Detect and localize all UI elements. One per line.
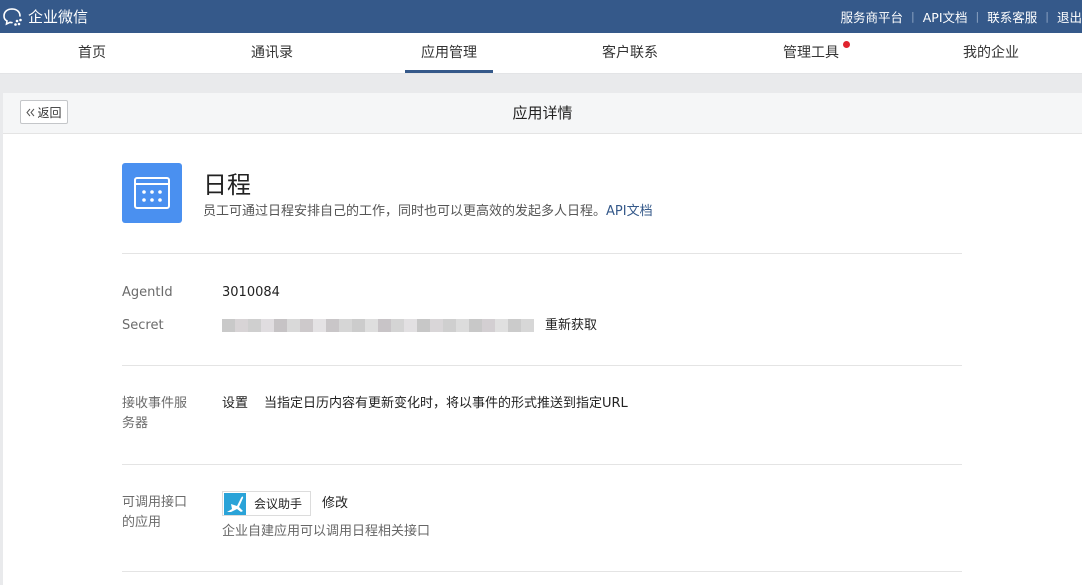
divider bbox=[122, 365, 962, 366]
logout-link[interactable]: 退出 bbox=[1049, 7, 1082, 26]
meeting-assistant-chip[interactable]: 会议助手 bbox=[222, 491, 311, 516]
brand-name: 企业微信 bbox=[28, 8, 89, 26]
meeting-assistant-label: 会议助手 bbox=[254, 497, 303, 511]
event-server-description: 当指定日历内容有更新变化时，将以事件的形式推送到指定URL bbox=[264, 396, 628, 411]
page-title: 应用详情 bbox=[512, 104, 573, 122]
divider bbox=[122, 464, 962, 465]
nav-item-app-management[interactable]: 应用管理 bbox=[405, 33, 493, 73]
calendar-glyph bbox=[134, 177, 170, 209]
callable-apps-label: 可调用接口的应用 bbox=[122, 495, 188, 530]
nav-item-my-company[interactable]: 我的企业 bbox=[961, 33, 1021, 73]
app-name: 日程 bbox=[203, 171, 251, 199]
top-links: 服务商平台 | API文档 | 联系客服 | 退出 bbox=[833, 0, 1082, 33]
notification-dot bbox=[843, 41, 850, 48]
nav-item-customer-contact[interactable]: 客户联系 bbox=[600, 33, 660, 73]
brand[interactable]: 企业微信 bbox=[2, 0, 88, 33]
divider bbox=[122, 571, 962, 572]
api-doc-link[interactable]: API文档 bbox=[606, 204, 653, 219]
top-bar: 企业微信 服务商平台 | API文档 | 联系客服 | 退出 bbox=[0, 0, 1082, 33]
wecom-logo-icon bbox=[3, 7, 22, 26]
airplane-icon bbox=[224, 492, 246, 515]
app-description: 员工可通过日程安排自己的工作，同时也可以更高效的发起多人日程。API文档 bbox=[203, 200, 653, 219]
secret-label: Secret bbox=[122, 318, 164, 333]
panel-header: 返回 应用详情 bbox=[3, 93, 1082, 134]
nav-item-label: 管理工具 bbox=[783, 45, 839, 61]
api-doc-link[interactable]: API文档 bbox=[915, 7, 976, 26]
callable-apps-note: 企业自建应用可以调用日程相关接口 bbox=[222, 524, 431, 539]
main-nav: 首页 通讯录 应用管理 客户联系 管理工具 我的企业 bbox=[0, 33, 1082, 74]
nav-item-management-tools[interactable]: 管理工具 bbox=[781, 33, 850, 73]
agentid-label: AgentId bbox=[122, 285, 173, 300]
nav-item-home[interactable]: 首页 bbox=[74, 33, 110, 73]
regenerate-secret-link[interactable]: 重新获取 bbox=[545, 316, 597, 336]
nav-item-contacts[interactable]: 通讯录 bbox=[248, 33, 296, 73]
contact-support-link[interactable]: 联系客服 bbox=[979, 7, 1045, 26]
secret-masked-value bbox=[222, 319, 534, 332]
service-provider-link[interactable]: 服务商平台 bbox=[833, 7, 912, 26]
agentid-value: 3010084 bbox=[222, 285, 280, 300]
divider bbox=[122, 253, 962, 254]
event-server-settings-link[interactable]: 设置 bbox=[222, 394, 248, 414]
event-server-label: 接收事件服务器 bbox=[122, 396, 188, 431]
calendar-icon bbox=[122, 163, 182, 223]
app-description-text: 员工可通过日程安排自己的工作，同时也可以更高效的发起多人日程。 bbox=[203, 204, 607, 219]
app-detail-panel: 返回 应用详情 日程 员工可通过日程安排自己的工作，同时也可以更高效的发起多人日… bbox=[3, 93, 1082, 585]
edit-callable-apps-link[interactable]: 修改 bbox=[322, 494, 348, 514]
